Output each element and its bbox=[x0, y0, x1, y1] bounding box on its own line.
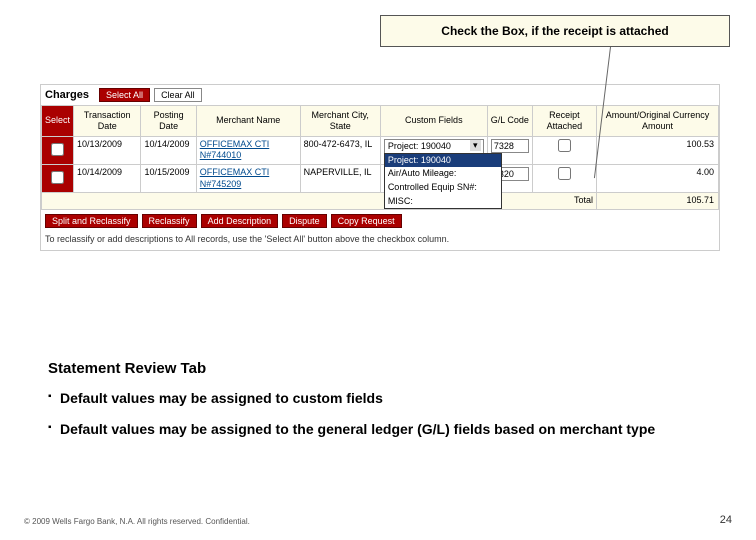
clear-all-button[interactable]: Clear All bbox=[154, 88, 202, 102]
dropdown-list: Project: 190040 Air/Auto Mileage: Contro… bbox=[384, 153, 502, 210]
cell-trans-date: 10/13/2009 bbox=[74, 136, 141, 164]
row-select-checkbox[interactable] bbox=[51, 171, 64, 184]
table-header-row: Select Transaction Date Posting Date Mer… bbox=[42, 106, 719, 137]
total-row: Total 105.71 bbox=[42, 193, 719, 210]
receipt-checkbox[interactable] bbox=[558, 139, 571, 152]
select-all-button[interactable]: Select All bbox=[99, 88, 150, 102]
dropdown-option[interactable]: Controlled Equip SN#: bbox=[385, 181, 501, 195]
slide-heading: Statement Review Tab bbox=[48, 360, 698, 377]
table-row: 10/13/2009 10/14/2009 OFFICEMAX CTI N#74… bbox=[42, 136, 719, 164]
row-select-checkbox[interactable] bbox=[51, 143, 64, 156]
cell-trans-date: 10/14/2009 bbox=[74, 164, 141, 192]
total-value: 105.71 bbox=[597, 193, 719, 210]
col-post-date: Posting Date bbox=[141, 106, 196, 137]
panel-title: Charges bbox=[45, 89, 89, 101]
action-bar: Split and Reclassify Reclassify Add Desc… bbox=[41, 210, 719, 232]
add-description-button[interactable]: Add Description bbox=[201, 214, 279, 228]
cell-post-date: 10/15/2009 bbox=[141, 164, 196, 192]
bullet-1: Default values may be assigned to custom… bbox=[48, 389, 698, 408]
merchant-link[interactable]: OFFICEMAX CTI N#745209 bbox=[200, 167, 270, 189]
cell-city: NAPERVILLE, IL bbox=[300, 164, 380, 192]
col-trans-date: Transaction Date bbox=[74, 106, 141, 137]
charges-table: Select Transaction Date Posting Date Mer… bbox=[41, 105, 719, 210]
col-select: Select bbox=[42, 106, 74, 137]
table-row: 10/14/2009 10/15/2009 OFFICEMAX CTI N#74… bbox=[42, 164, 719, 192]
col-merchant-city: Merchant City, State bbox=[300, 106, 380, 137]
callout-text: Check the Box, if the receipt is attache… bbox=[441, 24, 668, 38]
total-label: Total bbox=[42, 193, 597, 210]
panel-header: Charges Select All Clear All bbox=[41, 85, 719, 105]
row-select-cell bbox=[42, 164, 74, 192]
col-gl-code: G/L Code bbox=[487, 106, 532, 137]
cell-custom: Project: 190040 Project: 190040 Air/Auto… bbox=[380, 136, 487, 164]
split-reclassify-button[interactable]: Split and Reclassify bbox=[45, 214, 138, 228]
col-amount: Amount/Original Currency Amount bbox=[597, 106, 719, 137]
custom-field-dropdown[interactable]: Project: 190040 Project: 190040 Air/Auto… bbox=[384, 139, 484, 155]
cell-receipt bbox=[532, 136, 596, 164]
cell-receipt bbox=[532, 164, 596, 192]
col-merchant-name: Merchant Name bbox=[196, 106, 300, 137]
copy-request-button[interactable]: Copy Request bbox=[331, 214, 402, 228]
dropdown-option[interactable]: MISC: bbox=[385, 195, 501, 209]
gl-code-input[interactable] bbox=[491, 139, 529, 153]
cell-amount: 100.53 bbox=[597, 136, 719, 164]
slide-body: Statement Review Tab Default values may … bbox=[48, 360, 698, 451]
col-receipt: Receipt Attached bbox=[532, 106, 596, 137]
receipt-checkbox[interactable] bbox=[558, 167, 571, 180]
cell-post-date: 10/14/2009 bbox=[141, 136, 196, 164]
page-number: 24 bbox=[720, 514, 732, 526]
cell-amount: 4.00 bbox=[597, 164, 719, 192]
merchant-link[interactable]: OFFICEMAX CTI N#744010 bbox=[200, 139, 270, 161]
reclassify-button[interactable]: Reclassify bbox=[142, 214, 197, 228]
dropdown-option[interactable]: Air/Auto Mileage: bbox=[385, 167, 501, 181]
row-select-cell bbox=[42, 136, 74, 164]
footer-copyright: © 2009 Wells Fargo Bank, N.A. All rights… bbox=[24, 517, 250, 526]
charges-panel: Charges Select All Clear All Select Tran… bbox=[40, 84, 720, 251]
cell-city: 800-472-6473, IL bbox=[300, 136, 380, 164]
callout-box: Check the Box, if the receipt is attache… bbox=[380, 15, 730, 47]
dispute-button[interactable]: Dispute bbox=[282, 214, 327, 228]
bullet-2: Default values may be assigned to the ge… bbox=[48, 420, 698, 439]
dropdown-option[interactable]: Project: 190040 bbox=[385, 154, 501, 168]
col-custom-fields: Custom Fields bbox=[380, 106, 487, 137]
hint-text: To reclassify or add descriptions to All… bbox=[41, 232, 719, 250]
